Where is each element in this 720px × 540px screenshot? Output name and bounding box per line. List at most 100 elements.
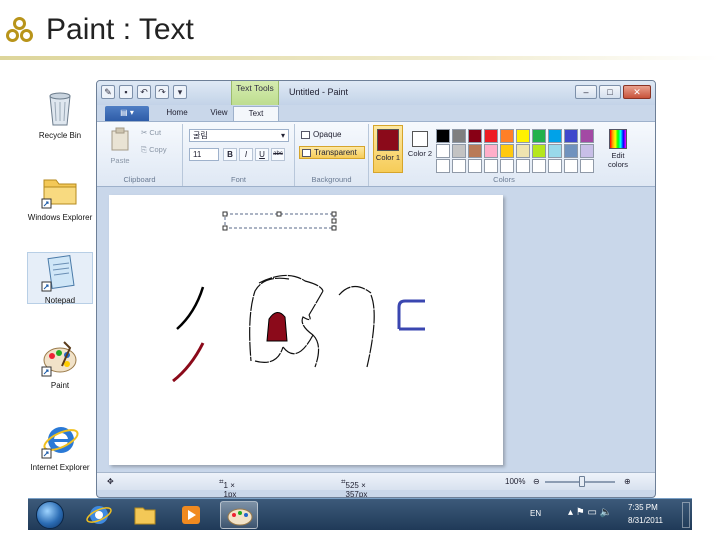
palette-swatch[interactable] xyxy=(468,129,482,143)
palette-swatch[interactable] xyxy=(468,144,482,158)
strikethrough-button[interactable]: abc xyxy=(271,148,285,161)
font-size-select[interactable]: 11 xyxy=(189,148,219,161)
minimize-button[interactable]: – xyxy=(575,85,597,99)
palette-swatch[interactable] xyxy=(548,144,562,158)
red-filled-shape xyxy=(266,312,288,342)
cut-button[interactable]: ✂ Cut xyxy=(141,128,161,137)
palette-swatch[interactable] xyxy=(564,129,578,143)
black-pencil-stroke xyxy=(176,286,205,330)
desktop-icon-internet-explorer[interactable]: Internet Explorer xyxy=(27,420,93,473)
undo-icon[interactable]: ↶ xyxy=(137,85,151,99)
zoom-slider-thumb[interactable] xyxy=(579,476,585,487)
zoom-out-button[interactable]: ⊖ xyxy=(533,477,540,486)
palette-swatch[interactable] xyxy=(484,129,498,143)
palette-swatch[interactable] xyxy=(532,144,546,158)
desktop-icon-label: Windows Explorer xyxy=(27,213,93,222)
palette-swatch[interactable] xyxy=(532,159,546,173)
palette-swatch[interactable] xyxy=(564,159,578,173)
desktop-icon-label: Recycle Bin xyxy=(38,131,82,140)
palette-swatch[interactable] xyxy=(580,159,594,173)
desktop-icon-recycle-bin[interactable]: Recycle Bin xyxy=(27,88,93,141)
palette-swatch[interactable] xyxy=(516,144,530,158)
palette-swatch[interactable] xyxy=(452,144,466,158)
palette-swatch[interactable] xyxy=(468,159,482,173)
customize-dropdown-icon[interactable]: ▾ xyxy=(173,85,187,99)
maximize-button[interactable]: □ xyxy=(599,85,621,99)
paint-app-icon[interactable]: ✎ xyxy=(101,85,115,99)
taskbar-paint[interactable] xyxy=(220,501,258,529)
close-button[interactable]: ✕ xyxy=(623,85,651,99)
taskbar-media-player[interactable] xyxy=(172,501,210,529)
palette-swatch[interactable] xyxy=(564,144,578,158)
palette-swatch[interactable] xyxy=(500,159,514,173)
clock-time[interactable]: 7:35 PM xyxy=(628,503,658,512)
palette-swatch[interactable] xyxy=(484,144,498,158)
zoom-level: 100% xyxy=(505,477,526,486)
tray-icons[interactable]: ▴ ⚑ ▭ 🔈 xyxy=(568,507,612,518)
palette-swatch[interactable] xyxy=(548,159,562,173)
palette-swatch[interactable] xyxy=(580,144,594,158)
drawing-canvas[interactable] xyxy=(109,195,503,465)
italic-button[interactable]: I xyxy=(239,148,253,161)
paint-menu-button[interactable]: ▤ ▾ xyxy=(105,106,149,121)
font-group-label: Font xyxy=(230,175,246,184)
palette-swatch[interactable] xyxy=(436,129,450,143)
paste-icon xyxy=(111,127,129,151)
save-icon[interactable]: ▪ xyxy=(119,85,133,99)
font-group: 굴림 ▾ 11 B I U abc Font xyxy=(183,124,295,186)
colors-group: Color 1 Color 2 Edit colors Colors xyxy=(369,124,639,186)
bold-button[interactable]: B xyxy=(223,148,237,161)
slide-title: Paint : Text xyxy=(46,13,194,46)
transparent-option[interactable]: Transparent xyxy=(299,146,365,159)
edit-colors-label: Edit colors xyxy=(607,151,628,169)
copy-button[interactable]: ⎘ Copy xyxy=(141,145,167,155)
start-button[interactable] xyxy=(36,501,64,529)
palette-swatch[interactable] xyxy=(580,129,594,143)
window-controls: – □ ✕ xyxy=(575,85,651,99)
palette-swatch[interactable] xyxy=(452,159,466,173)
palette-swatch[interactable] xyxy=(436,144,450,158)
color2-button[interactable]: Color 2 xyxy=(405,125,435,173)
palette-swatch[interactable] xyxy=(500,144,514,158)
color1-button[interactable]: Color 1 xyxy=(373,125,403,173)
opaque-option[interactable]: Opaque xyxy=(299,129,365,142)
edit-colors-button[interactable]: Edit colors xyxy=(603,127,633,169)
palette-swatch[interactable] xyxy=(500,129,514,143)
clock-date[interactable]: 8/31/2011 xyxy=(628,516,663,525)
recycle-bin-icon xyxy=(40,88,80,128)
underline-button[interactable]: U xyxy=(255,148,269,161)
window-title: Untitled - Paint xyxy=(289,87,349,97)
paste-button[interactable]: Paste xyxy=(105,127,135,165)
palette-swatch[interactable] xyxy=(516,129,530,143)
tab-home[interactable]: Home xyxy=(155,106,199,121)
font-size-value: 11 xyxy=(193,150,202,159)
font-family-select[interactable]: 굴림 ▾ xyxy=(189,129,289,142)
canvas-size: ⌗ 525 × 357px xyxy=(341,477,368,498)
media-player-icon xyxy=(182,506,200,524)
background-group: Opaque Transparent Background xyxy=(295,124,369,186)
palette-swatch[interactable] xyxy=(548,129,562,143)
opaque-icon xyxy=(301,131,310,139)
desktop-icon-windows-explorer[interactable]: Windows Explorer xyxy=(27,170,93,223)
taskbar-internet-explorer[interactable] xyxy=(80,501,118,529)
palette-swatch[interactable] xyxy=(484,159,498,173)
palette-swatch[interactable] xyxy=(452,129,466,143)
title-underline xyxy=(0,56,720,60)
redo-icon[interactable]: ↷ xyxy=(155,85,169,99)
transparent-icon xyxy=(302,149,311,157)
palette-swatch[interactable] xyxy=(532,129,546,143)
taskbar-windows-explorer[interactable] xyxy=(126,501,164,529)
clipboard-group-label: Clipboard xyxy=(123,175,156,184)
zoom-in-button[interactable]: ⊕ xyxy=(624,477,631,486)
tab-text[interactable]: Text xyxy=(233,106,279,121)
notepad-icon xyxy=(40,253,80,293)
show-desktop-button[interactable] xyxy=(682,502,690,528)
status-bar: ✥ ⌗ 1 × 1px ⌗ 525 × 357px 100% ⊖ ⊕ xyxy=(97,472,655,498)
palette-swatch[interactable] xyxy=(436,159,450,173)
desktop-icon-notepad[interactable]: Notepad xyxy=(27,252,93,305)
palette-swatch[interactable] xyxy=(516,159,530,173)
internet-explorer-icon xyxy=(86,506,112,524)
language-indicator[interactable]: EN xyxy=(530,509,541,518)
desktop-icon-paint[interactable]: Paint xyxy=(27,338,93,391)
red-pencil-stroke xyxy=(172,342,205,383)
